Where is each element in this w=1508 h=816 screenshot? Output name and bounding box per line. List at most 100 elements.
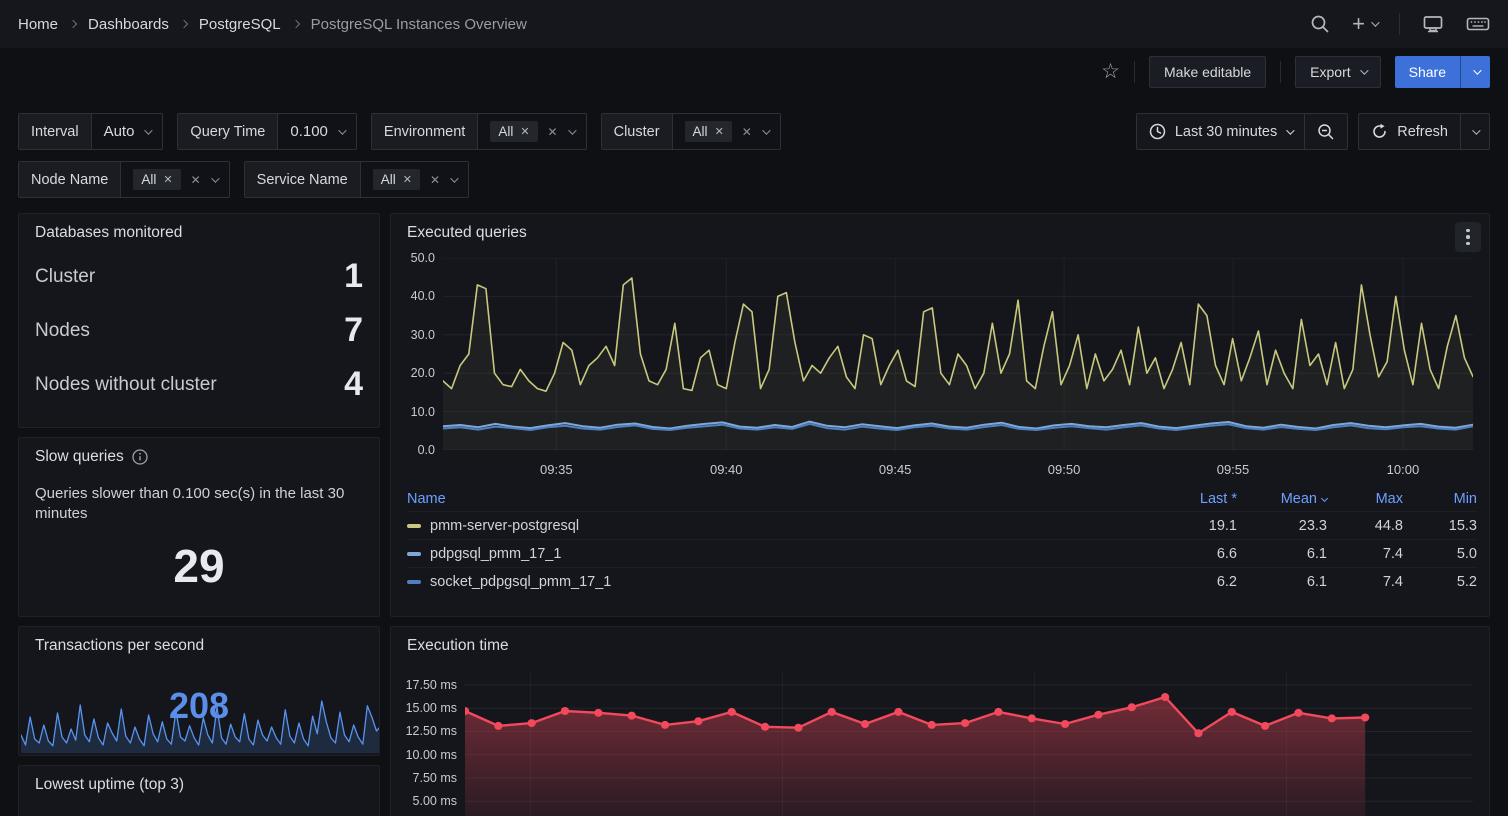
chevron-down-icon[interactable] <box>568 126 576 134</box>
series-name: pmm-server-postgresql <box>430 518 579 534</box>
series-mean: 6.1 <box>1237 574 1327 590</box>
panel-menu-kebab-icon[interactable] <box>1455 222 1481 252</box>
stat-row: Nodes 7 <box>35 311 363 350</box>
filter-environment[interactable]: Environment All ✕ ✕ <box>371 113 587 150</box>
filter-query-time[interactable]: Query Time 0.100 <box>177 113 356 150</box>
share-menu-button[interactable] <box>1460 56 1490 88</box>
clear-filter-icon[interactable]: ✕ <box>430 173 440 187</box>
filter-value: 0.100 <box>290 123 328 140</box>
make-editable-button[interactable]: Make editable <box>1149 56 1266 88</box>
filter-interval[interactable]: Interval Auto <box>18 113 163 150</box>
chip-label: All <box>693 124 708 139</box>
panel-databases-monitored: Databases monitored Cluster 1 Nodes 7 No… <box>18 213 380 428</box>
panel-title[interactable]: Slow queries <box>19 438 379 466</box>
chevron-down-icon[interactable] <box>450 174 458 182</box>
legend-header-min[interactable]: Min <box>1403 491 1477 507</box>
series-last: 6.6 <box>1147 546 1237 562</box>
chevron-down-icon <box>1286 126 1294 134</box>
time-range-picker[interactable]: Last 30 minutes <box>1136 113 1305 150</box>
series-toggle[interactable]: pmm-server-postgresql <box>407 518 1147 534</box>
filter-chip[interactable]: All ✕ <box>133 169 180 190</box>
new-menu-button[interactable]: + <box>1352 13 1377 35</box>
panel-title-text: Slow queries <box>35 448 124 466</box>
legend-row: socket_pdpgsql_pmm_17_1 6.2 6.1 7.4 5.2 <box>407 567 1477 595</box>
stat-value: 1 <box>344 257 363 296</box>
filter-chip[interactable]: All ✕ <box>685 121 732 142</box>
filter-node-name[interactable]: Node Name All ✕ ✕ <box>18 161 230 198</box>
chevron-down-icon[interactable] <box>762 126 770 134</box>
panel-title[interactable]: Databases monitored <box>19 214 379 242</box>
panel-title[interactable]: Transactions per second <box>19 627 379 655</box>
series-color-swatch <box>407 552 421 556</box>
series-min: 15.3 <box>1403 518 1477 534</box>
stat-label: Nodes <box>35 320 90 342</box>
divider <box>1280 61 1281 83</box>
filter-cluster[interactable]: Cluster All ✕ ✕ <box>601 113 781 150</box>
divider <box>1134 61 1135 83</box>
series-max: 7.4 <box>1327 574 1403 590</box>
stat-value: 7 <box>344 311 363 350</box>
remove-chip-icon[interactable]: ✕ <box>403 173 412 186</box>
export-button[interactable]: Export <box>1295 56 1380 88</box>
refresh-button[interactable]: Refresh <box>1358 113 1461 150</box>
panel-title[interactable]: Execution time <box>391 627 1489 655</box>
clear-filter-icon[interactable]: ✕ <box>742 125 752 139</box>
series-toggle[interactable]: pdpgsql_pmm_17_1 <box>407 546 1147 562</box>
breadcrumb-home[interactable]: Home <box>18 16 58 33</box>
executed-queries-chart[interactable] <box>443 258 1473 450</box>
legend-header-mean-label: Mean <box>1281 491 1317 507</box>
legend-header-max[interactable]: Max <box>1327 491 1403 507</box>
series-min: 5.2 <box>1403 574 1477 590</box>
chevron-down-icon[interactable] <box>211 174 219 182</box>
filter-label: Service Name <box>245 162 361 197</box>
slow-queries-value: 29 <box>19 539 379 593</box>
clear-filter-icon[interactable]: ✕ <box>191 173 201 187</box>
search-icon[interactable] <box>1310 14 1330 34</box>
filter-bar: Interval Auto Query Time 0.100 Environme… <box>0 95 1508 198</box>
panel-title[interactable]: Executed queries <box>391 214 1489 242</box>
filter-chip[interactable]: All ✕ <box>490 121 537 142</box>
stat-value: 4 <box>344 365 363 404</box>
zoom-out-button[interactable] <box>1305 113 1348 150</box>
share-split-button: Share <box>1395 56 1490 88</box>
breadcrumb-separator-icon <box>291 20 299 28</box>
series-color-swatch <box>407 524 421 528</box>
chevron-down-icon <box>145 126 153 134</box>
share-button[interactable]: Share <box>1395 56 1460 88</box>
panel-lowest-uptime: Lowest uptime (top 3) <box>18 765 380 816</box>
chip-label: All <box>141 172 156 187</box>
legend-header-mean[interactable]: Mean <box>1237 491 1327 507</box>
filter-chip[interactable]: All ✕ <box>373 169 420 190</box>
filter-service-name[interactable]: Service Name All ✕ ✕ <box>244 161 469 198</box>
time-range-label: Last 30 minutes <box>1175 124 1277 140</box>
breadcrumb-postgresql[interactable]: PostgreSQL <box>199 16 281 33</box>
remove-chip-icon[interactable]: ✕ <box>715 125 724 138</box>
clear-filter-icon[interactable]: ✕ <box>548 125 558 139</box>
slow-queries-description: Queries slower than 0.100 sec(s) in the … <box>19 484 379 525</box>
legend-table: Name Last * Mean Max Min pmm-server-post… <box>407 486 1477 595</box>
info-icon[interactable] <box>132 449 148 465</box>
favorite-star-icon[interactable]: ☆ <box>1101 59 1120 84</box>
stat-label: Nodes without cluster <box>35 374 217 396</box>
chip-label: All <box>381 172 396 187</box>
series-min: 5.0 <box>1403 546 1477 562</box>
tps-value: 208 <box>19 685 379 727</box>
x-axis-labels: 09:3509:40 09:4509:50 09:5510:00 <box>443 456 1473 482</box>
zoom-out-icon <box>1317 123 1335 141</box>
legend-row: pdpgsql_pmm_17_1 6.6 6.1 7.4 5.0 <box>407 539 1477 567</box>
keyboard-icon[interactable] <box>1466 14 1490 34</box>
series-toggle[interactable]: socket_pdpgsql_pmm_17_1 <box>407 574 1147 590</box>
stat-row: Nodes without cluster 4 <box>35 365 363 404</box>
legend-header-name[interactable]: Name <box>407 491 1147 507</box>
execution-time-chart[interactable] <box>465 671 1473 816</box>
monitor-icon[interactable] <box>1422 14 1444 34</box>
panel-executed-queries: Executed queries 50.040.0 30.020.0 10.00… <box>390 213 1490 617</box>
legend-header-last[interactable]: Last * <box>1147 491 1237 507</box>
panel-title[interactable]: Lowest uptime (top 3) <box>19 766 379 794</box>
refresh-interval-button[interactable] <box>1460 113 1490 150</box>
series-max: 44.8 <box>1327 518 1403 534</box>
breadcrumb-dashboards[interactable]: Dashboards <box>88 16 169 33</box>
remove-chip-icon[interactable]: ✕ <box>520 125 529 138</box>
remove-chip-icon[interactable]: ✕ <box>163 173 172 186</box>
export-label: Export <box>1310 64 1350 80</box>
